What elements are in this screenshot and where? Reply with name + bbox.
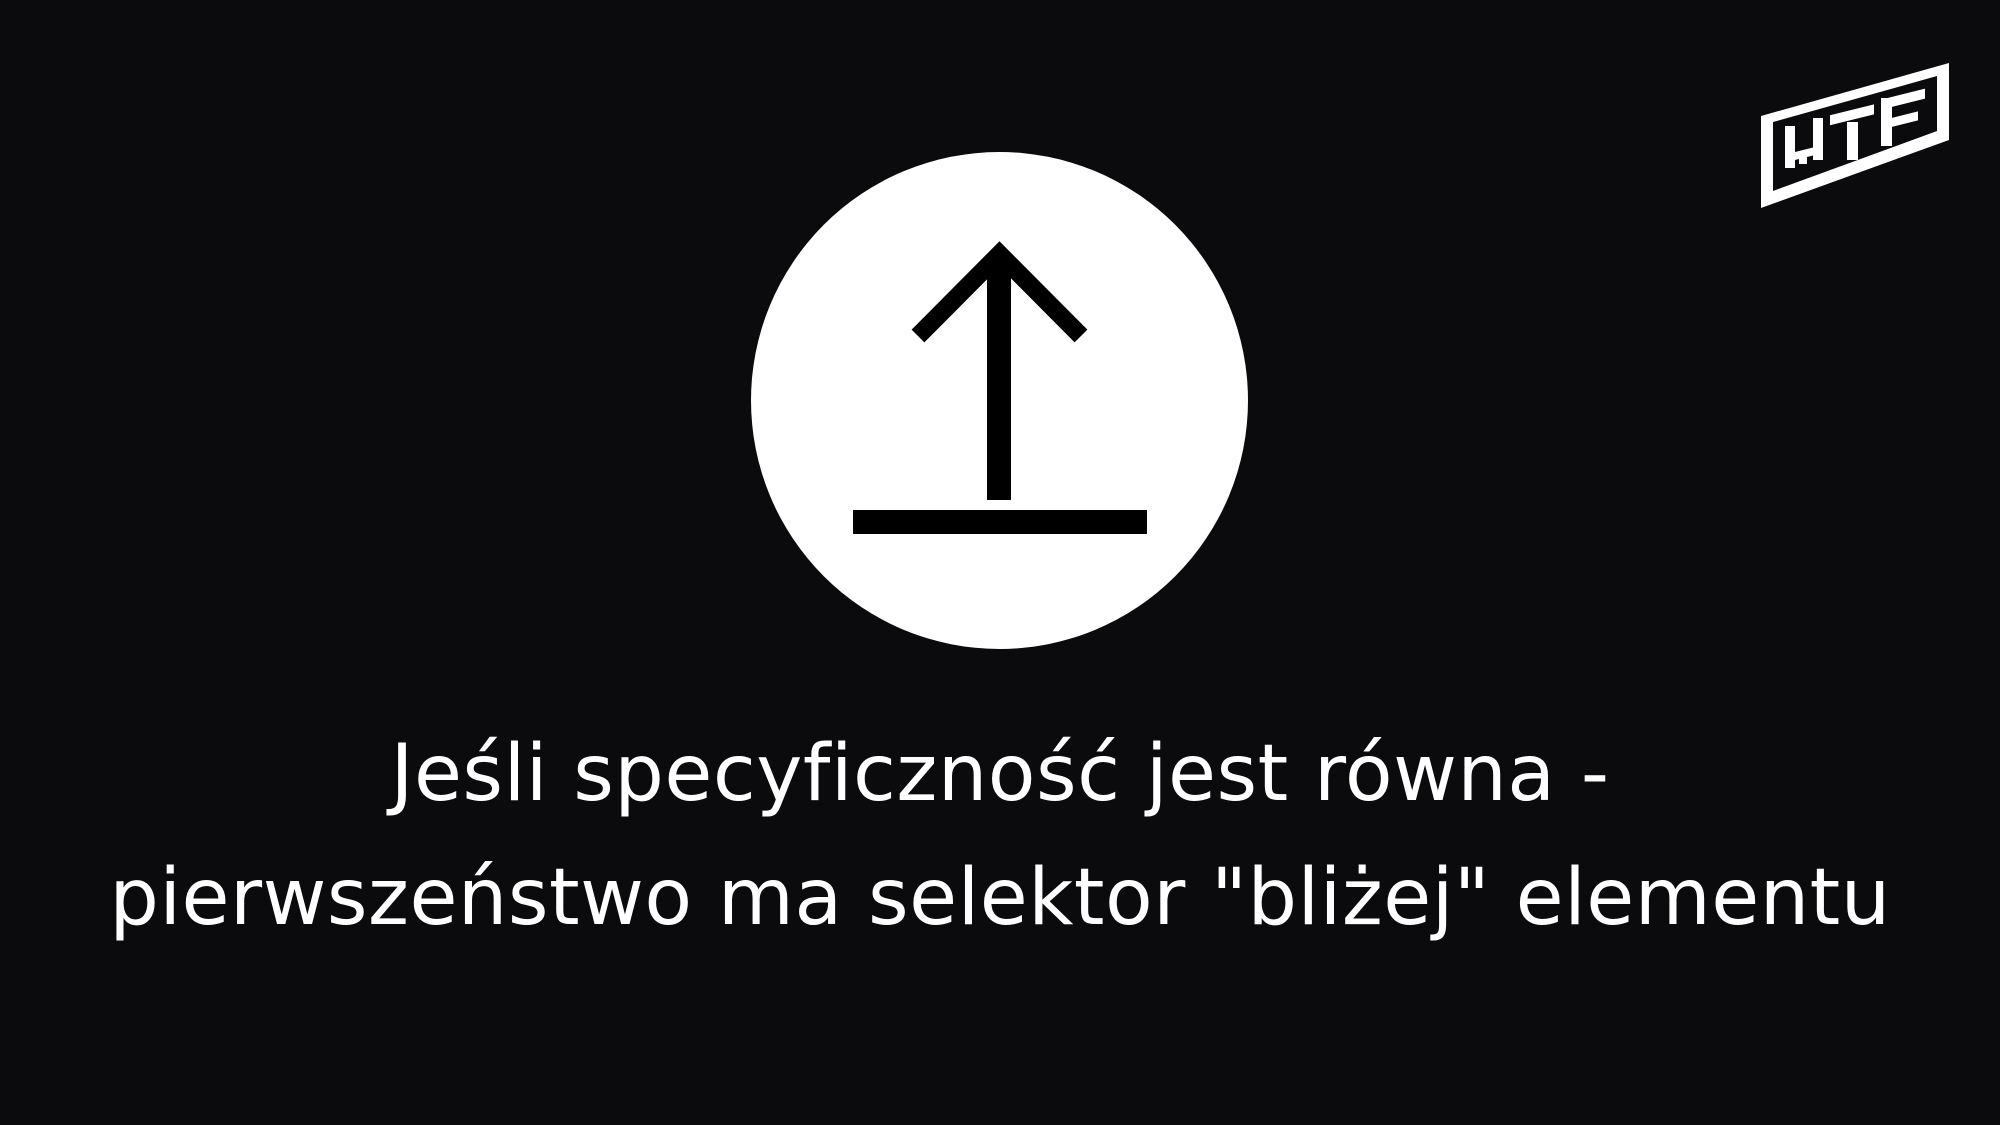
upload-arrow-icon (751, 152, 1248, 649)
slide-caption: Jeśli specyficzność jest równa - pierwsz… (109, 729, 1891, 943)
slide: Jeśli specyficzność jest równa - pierwsz… (0, 0, 2000, 1125)
wtf-logo (1755, 58, 1955, 218)
